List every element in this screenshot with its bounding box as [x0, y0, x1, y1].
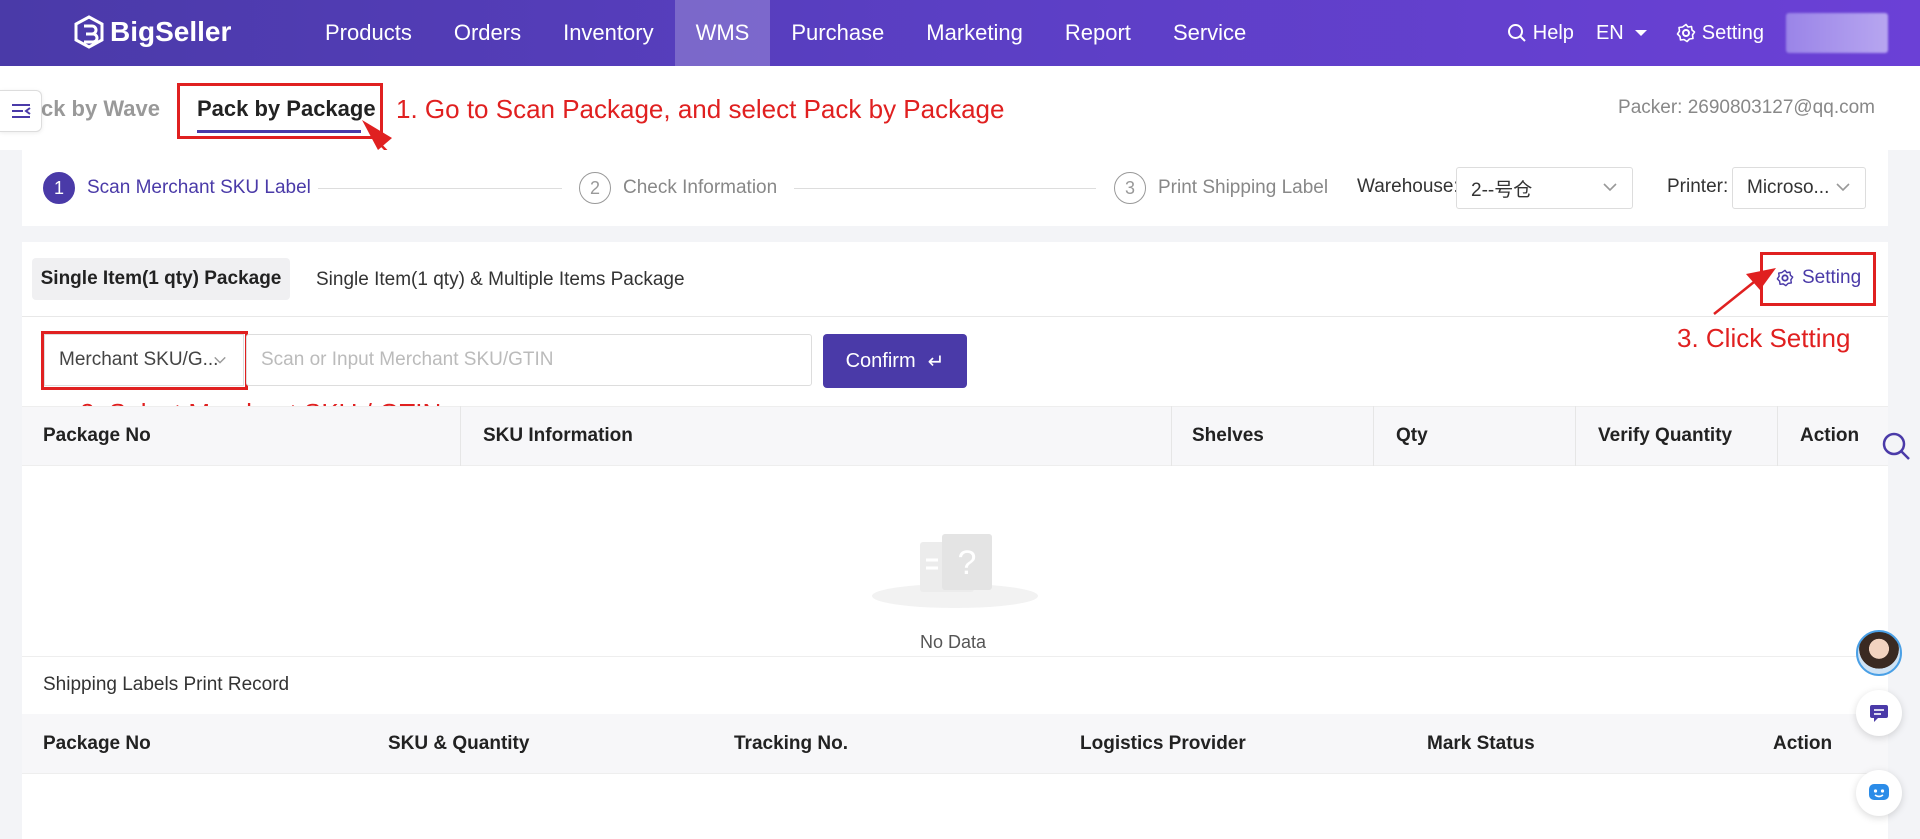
confirm-label: Confirm	[845, 349, 916, 372]
bigseller-logo[interactable]: BigSeller	[72, 15, 231, 49]
col-separator	[1373, 406, 1374, 466]
feedback-button[interactable]	[1856, 690, 1902, 736]
col-separator	[1575, 406, 1576, 466]
empty-data-illustration: ?	[872, 534, 1038, 608]
sidebar-toggle[interactable]	[0, 90, 42, 132]
nav-setting-link[interactable]: Setting	[1676, 22, 1764, 45]
rec-col-action: Action	[1773, 733, 1833, 754]
svg-text:?: ?	[958, 544, 977, 582]
rec-col-tracking-no: Tracking No.	[734, 733, 849, 754]
scan-sku-input[interactable]	[246, 334, 812, 386]
step-print-shipping-label: 3 Print Shipping Label	[1114, 172, 1328, 204]
help-link[interactable]: Help	[1507, 22, 1574, 45]
col-qty: Qty	[1396, 425, 1428, 446]
packer-info: Packer: 2690803127@qq.com	[1618, 97, 1875, 118]
step-check-information: 2 Check Information	[579, 172, 777, 204]
nav-orders[interactable]: Orders	[433, 0, 542, 66]
search-icon	[1507, 24, 1526, 42]
step-label: Check Information	[623, 177, 778, 198]
warehouse-select[interactable]: 2--号仓	[1456, 167, 1633, 209]
tab-pack-by-wave[interactable]: Pack by Wave	[30, 96, 160, 122]
col-separator	[460, 406, 461, 466]
warehouse-label: Warehouse:	[1357, 176, 1459, 197]
chevron-down-icon	[1836, 183, 1850, 192]
col-sku-information: SKU Information	[483, 425, 633, 446]
nav-setting-label: Setting	[1701, 21, 1764, 44]
confirm-button[interactable]: Confirm ↵	[823, 334, 967, 388]
assistant-button[interactable]	[1856, 770, 1902, 816]
logo-icon	[74, 15, 104, 49]
highlight-box-scan-mode	[41, 331, 248, 390]
nav-marketing[interactable]: Marketing	[905, 0, 1044, 66]
support-agent-avatar[interactable]	[1856, 630, 1902, 676]
col-verify-quantity: Verify Quantity	[1598, 425, 1733, 446]
printer-value: Microso...	[1747, 177, 1830, 198]
rec-col-logistics-provider: Logistics Provider	[1080, 733, 1246, 754]
step-number: 2	[579, 172, 611, 204]
step-label: Scan Merchant SKU Label	[87, 177, 311, 198]
warehouse-value: 2--号仓	[1471, 179, 1533, 201]
nav-service[interactable]: Service	[1152, 0, 1267, 66]
rec-col-package-no: Package No	[43, 733, 151, 754]
caret-down-icon	[1634, 30, 1647, 36]
step-number: 3	[1114, 172, 1146, 204]
col-action: Action	[1800, 425, 1860, 446]
chat-icon	[1870, 705, 1888, 722]
smile-bot-icon	[1869, 784, 1889, 800]
empty-state-text: No Data	[920, 632, 987, 652]
tabs-divider	[22, 316, 1888, 317]
enter-key-icon: ↵	[927, 350, 945, 373]
user-account[interactable]	[1786, 13, 1888, 53]
highlight-box-pack-by-package	[177, 83, 383, 139]
step-label: Print Shipping Label	[1158, 177, 1329, 198]
chevron-down-icon	[1603, 183, 1617, 192]
top-nav: BigSeller Products Orders Inventory WMS …	[0, 0, 1920, 66]
rec-col-mark-status: Mark Status	[1427, 733, 1535, 754]
record-separator	[22, 656, 1888, 657]
gear-icon	[1676, 23, 1696, 43]
language-label: EN	[1595, 21, 1624, 44]
printer-label: Printer:	[1667, 176, 1729, 197]
nav-inventory[interactable]: Inventory	[542, 0, 675, 66]
col-separator	[1171, 406, 1172, 466]
nav-products[interactable]: Products	[304, 0, 433, 66]
tab-single-item-package[interactable]: Single Item(1 qty) Package	[32, 258, 290, 300]
main-menu: Products Orders Inventory WMS Purchase M…	[304, 0, 1267, 66]
print-record-title: Shipping Labels Print Record	[43, 674, 290, 695]
help-label: Help	[1532, 21, 1574, 44]
annotation-step1: 1. Go to Scan Package, and select Pack b…	[396, 94, 1005, 124]
annotation-step3: 3. Click Setting	[1677, 323, 1851, 353]
printer-select[interactable]: Microso...	[1732, 167, 1866, 209]
record-table-header	[22, 714, 1888, 774]
language-select[interactable]: EN	[1596, 22, 1654, 45]
menu-fold-icon	[11, 104, 31, 118]
step-scan-sku-label: 1 Scan Merchant SKU Label	[43, 172, 311, 204]
step-connector	[318, 188, 562, 189]
annotation-arrow-3	[1713, 268, 1776, 315]
step-connector	[794, 188, 1096, 189]
col-package-no: Package No	[43, 425, 151, 446]
nav-right: Help EN Setting	[1507, 0, 1920, 66]
step-number: 1	[43, 172, 75, 204]
floating-search-icon[interactable]	[1880, 430, 1912, 462]
nav-report[interactable]: Report	[1044, 0, 1152, 66]
nav-purchase[interactable]: Purchase	[770, 0, 905, 66]
tab-multiple-items-package[interactable]: Single Item(1 qty) & Multiple Items Pack…	[316, 269, 685, 291]
nav-wms[interactable]: WMS	[674, 0, 771, 66]
col-separator	[1777, 406, 1778, 466]
rec-col-sku-quantity: SKU & Quantity	[388, 733, 530, 754]
logo-text: BigSeller	[110, 16, 232, 47]
col-shelves: Shelves	[1192, 425, 1264, 446]
